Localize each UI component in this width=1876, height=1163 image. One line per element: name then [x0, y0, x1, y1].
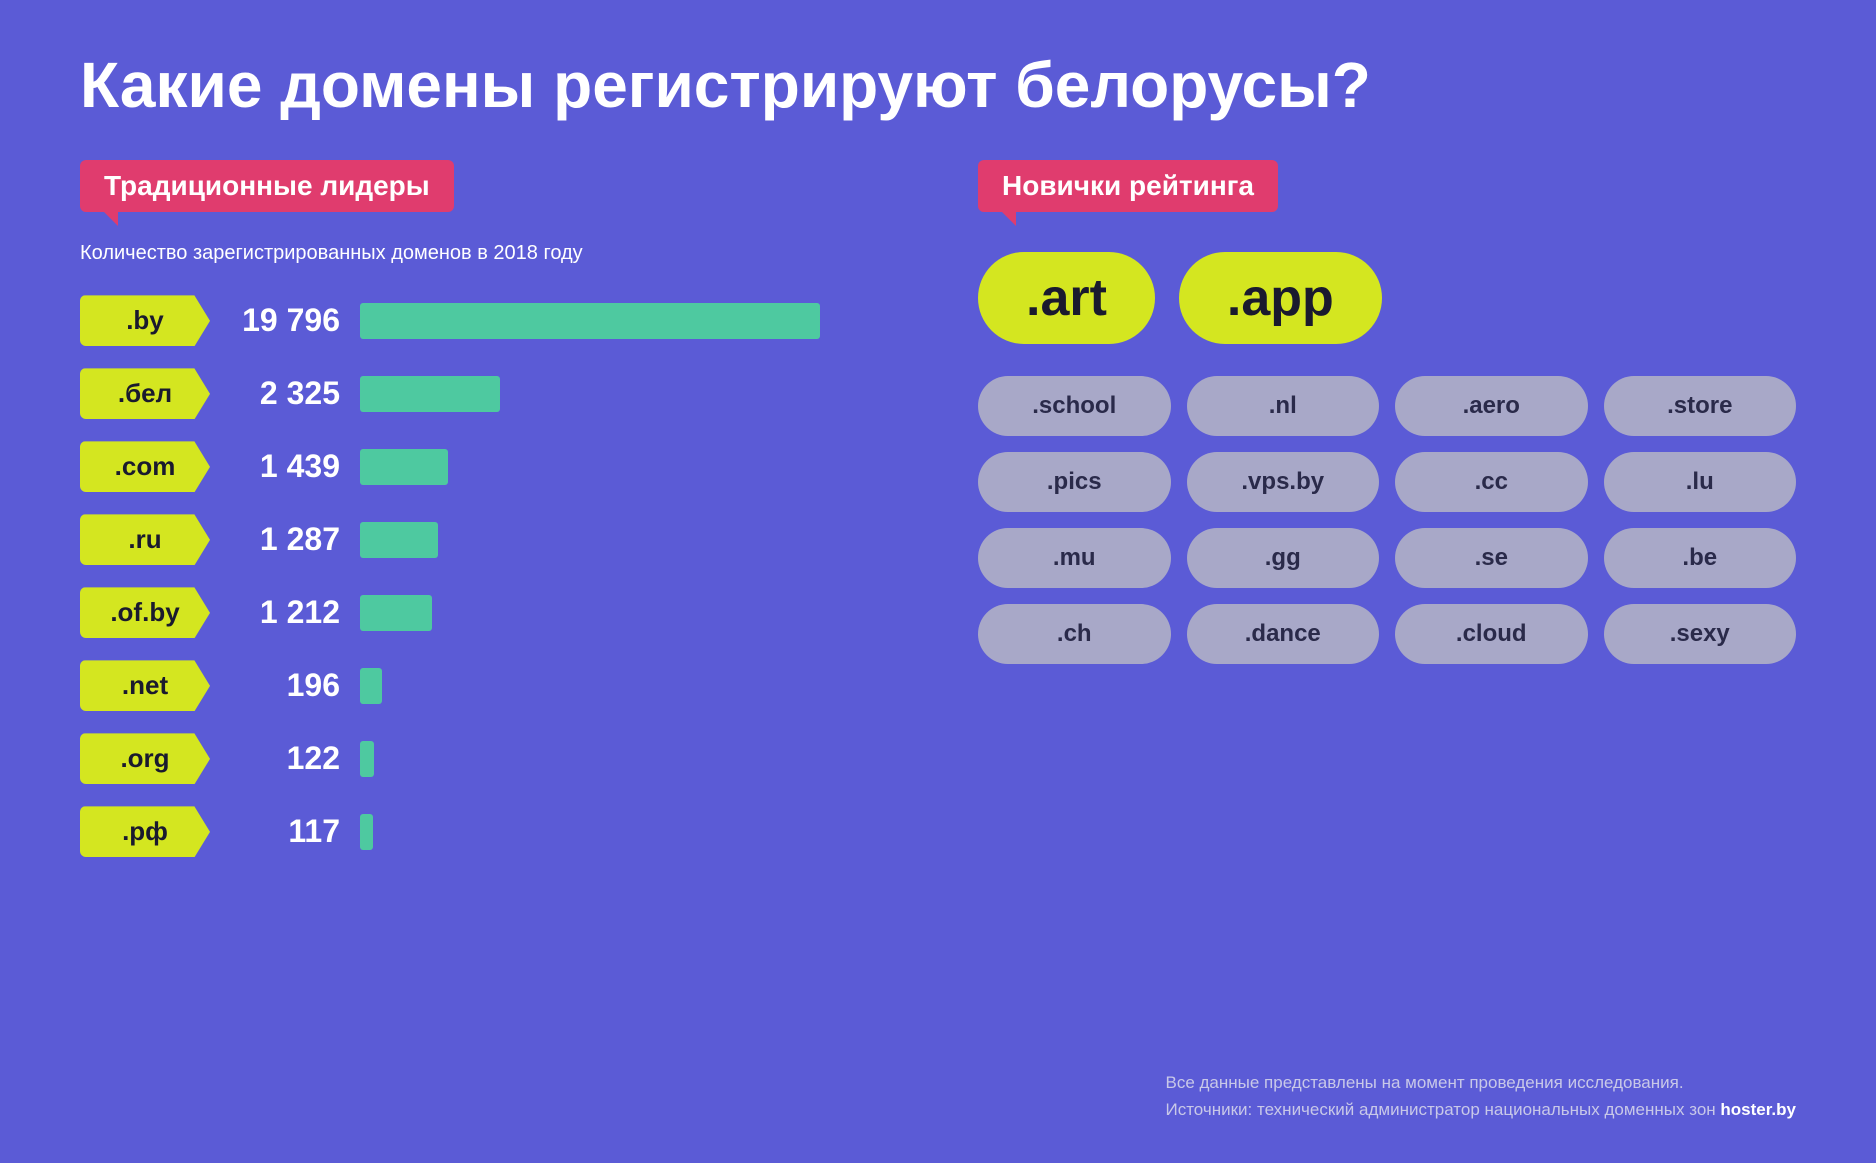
footer-line2-bold: hoster.by — [1720, 1100, 1796, 1119]
bar-fill — [360, 741, 374, 777]
bar-fill — [360, 522, 438, 558]
secondary-domain-pill: .nl — [1187, 376, 1380, 436]
chart-subtitle: Количество зарегистрированных доменов в … — [80, 242, 898, 265]
secondary-domain-pill: .cc — [1395, 452, 1588, 512]
newcomers-label: Новички рейтинга — [1002, 170, 1254, 202]
secondary-domain-pill: .mu — [978, 528, 1171, 588]
secondary-domain-pill: .vps.by — [1187, 452, 1380, 512]
domain-label: .рф — [80, 806, 210, 857]
bar-row: .бел 2 325 — [80, 368, 898, 419]
top-domains-row: .art .app — [978, 252, 1796, 344]
domain-value: 1 287 — [230, 521, 340, 558]
domain-value: 19 796 — [230, 302, 340, 339]
domain-label: .org — [80, 733, 210, 784]
bar-fill — [360, 449, 448, 485]
page-title: Какие домены регистрируют белорусы? — [80, 50, 1796, 120]
domain-label: .of.by — [80, 587, 210, 638]
footer-line2: Источники: технический администратор нац… — [1165, 1096, 1796, 1123]
domain-label: .ru — [80, 514, 210, 565]
secondary-domain-pill: .school — [978, 376, 1171, 436]
secondary-domain-pill: .aero — [1395, 376, 1588, 436]
domain-label: .com — [80, 441, 210, 492]
secondary-domain-pill: .ch — [978, 604, 1171, 664]
footer-line2-prefix: Источники: технический администратор нац… — [1165, 1100, 1720, 1119]
bar-fill — [360, 814, 373, 850]
domain-value: 1 212 — [230, 594, 340, 631]
secondary-domain-pill: .lu — [1604, 452, 1797, 512]
secondary-domain-pill: .gg — [1187, 528, 1380, 588]
domain-label: .net — [80, 660, 210, 711]
traditional-leaders-label: Традиционные лидеры — [104, 170, 430, 202]
bar-row: .рф 117 — [80, 806, 898, 857]
bar-chart: .by 19 796 .бел 2 325 .com 1 439 .ru 1 287 .of.b… — [80, 295, 898, 857]
secondary-domain-pill: .be — [1604, 528, 1797, 588]
secondary-domains-grid: .school .nl.aero .store .pics .vps.by.cc .lu.… — [978, 376, 1796, 664]
right-section: Новички рейтинга .art .app .school .nl.aer… — [978, 160, 1796, 1123]
bar-row: .ru 1 287 — [80, 514, 898, 565]
bar-row: .com 1 439 — [80, 441, 898, 492]
top-domain-pill: .app — [1179, 252, 1382, 344]
domain-value: 196 — [230, 667, 340, 704]
secondary-domain-pill: .pics — [978, 452, 1171, 512]
domain-label: .бел — [80, 368, 210, 419]
bar-fill — [360, 303, 820, 339]
domain-value: 1 439 — [230, 448, 340, 485]
footer-line1: Все данные представлены на момент провед… — [1165, 1069, 1796, 1096]
top-domain-pill: .art — [978, 252, 1155, 344]
domain-label: .by — [80, 295, 210, 346]
bar-fill — [360, 668, 382, 704]
bar-fill — [360, 376, 500, 412]
bar-row: .org 122 — [80, 733, 898, 784]
domain-value: 2 325 — [230, 375, 340, 412]
secondary-domain-pill: .sexy — [1604, 604, 1797, 664]
bar-fill — [360, 595, 432, 631]
bar-row: .by 19 796 — [80, 295, 898, 346]
domain-value: 117 — [230, 813, 340, 850]
traditional-leaders-badge: Традиционные лидеры — [80, 160, 454, 212]
bar-row: .net 196 — [80, 660, 898, 711]
secondary-domain-pill: .dance — [1187, 604, 1380, 664]
domain-value: 122 — [230, 740, 340, 777]
main-container: Какие домены регистрируют белорусы? Трад… — [0, 0, 1876, 1163]
footer-note: Все данные представлены на момент провед… — [1165, 1069, 1796, 1123]
content-row: Традиционные лидеры Количество зарегистр… — [80, 160, 1796, 1123]
left-section: Традиционные лидеры Количество зарегистр… — [80, 160, 898, 1123]
bar-row: .of.by 1 212 — [80, 587, 898, 638]
newcomers-badge: Новички рейтинга — [978, 160, 1278, 212]
secondary-domain-pill: .se — [1395, 528, 1588, 588]
secondary-domain-pill: .cloud — [1395, 604, 1588, 664]
secondary-domain-pill: .store — [1604, 376, 1797, 436]
